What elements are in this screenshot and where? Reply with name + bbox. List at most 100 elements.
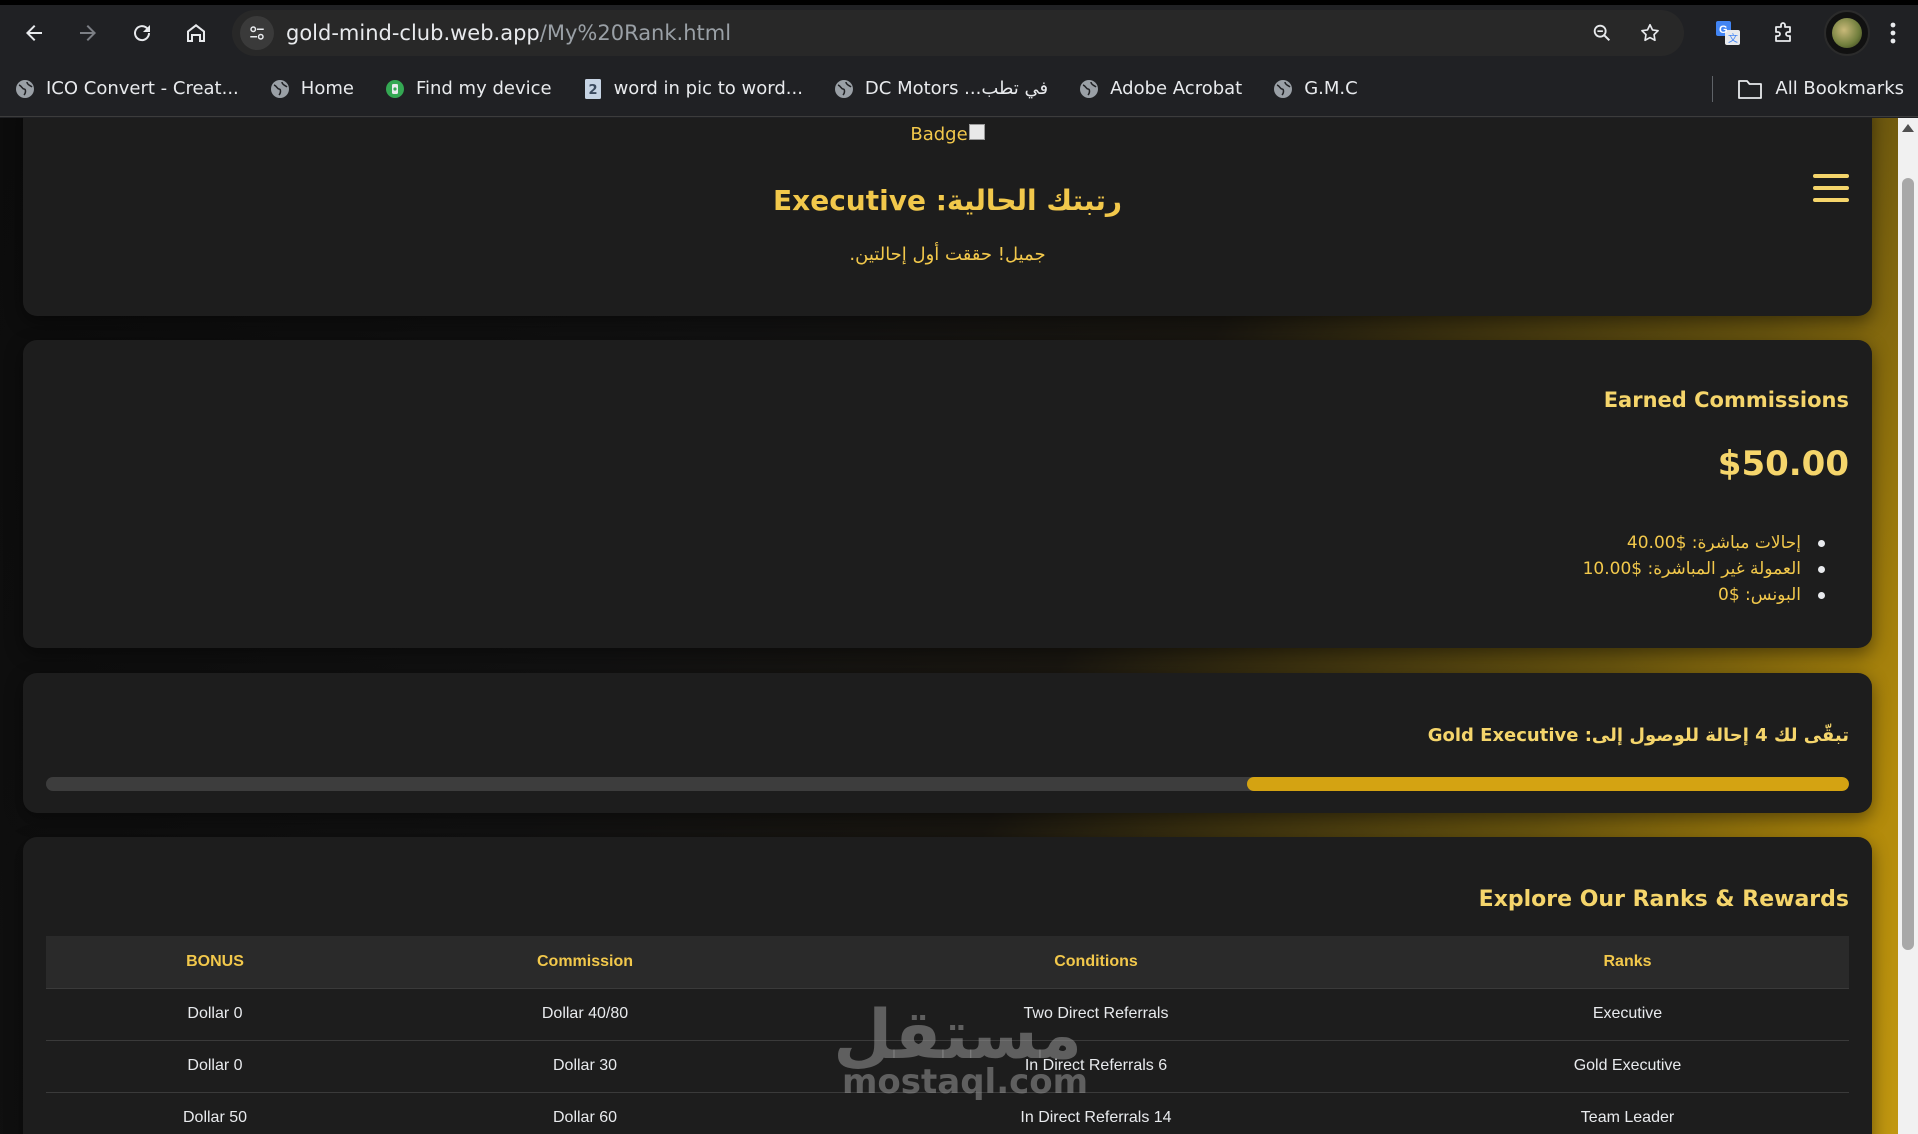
commissions-title: Earned Commissions	[1603, 388, 1849, 412]
home-button[interactable]	[176, 13, 216, 53]
table-cell: Two Direct Referrals	[786, 988, 1406, 1041]
bookmark-label: word in pic to word...	[613, 78, 803, 99]
menu-bar-icon	[1813, 174, 1849, 178]
svg-text:2: 2	[588, 83, 597, 98]
table-row: Dollar 0 Dollar 30 In Direct Referrals 6…	[46, 1040, 1849, 1093]
progress-track	[46, 777, 1849, 791]
arrow-right-icon	[80, 25, 96, 41]
progress-fill	[1246, 777, 1849, 791]
forward-button[interactable]	[68, 13, 108, 53]
scroll-up-arrow-icon[interactable]	[1902, 124, 1914, 132]
current-rank-title: رتبتك الحالية: Executive	[773, 184, 1122, 217]
bookmark-adobe-acrobat[interactable]: Adobe Acrobat	[1078, 78, 1242, 100]
zoom-button[interactable]	[1582, 13, 1622, 53]
rank-header-card: Badge رتبتك الحالية: Executive جميل! حقق…	[23, 118, 1872, 316]
magnifier-icon	[1593, 24, 1611, 42]
badge-alt-text: Badge	[910, 124, 968, 145]
extensions-button[interactable]	[1762, 11, 1806, 55]
site-info-button[interactable]	[240, 16, 274, 50]
profile-avatar[interactable]	[1824, 10, 1870, 56]
progress-label: تبقّى لك 4 إحالة للوصول إلى: Gold Execut…	[1427, 725, 1849, 746]
scrollbar-thumb[interactable]	[1902, 178, 1914, 950]
column-header-commission: Commission	[384, 936, 786, 989]
document-number-icon: 2	[582, 78, 604, 100]
page-viewport: Badge رتبتك الحالية: Executive جميل! حقق…	[0, 118, 1918, 1134]
reload-icon	[134, 25, 151, 42]
bookmark-star-button[interactable]	[1630, 13, 1670, 53]
bookmark-label: DC Motors ...في تطب	[864, 78, 1049, 99]
folder-icon	[1737, 78, 1763, 100]
column-header-conditions: Conditions	[786, 936, 1406, 989]
home-icon	[187, 24, 205, 42]
find-device-icon	[384, 78, 406, 100]
commissions-amount: $50.00	[1717, 444, 1849, 484]
commission-breakdown-list: إحالات مباشرة: $40.00 العمولة غير المباش…	[1583, 530, 1849, 608]
bookmarks-divider	[1712, 75, 1714, 102]
globe-icon	[1272, 78, 1294, 100]
table-cell: In Direct Referrals 14	[786, 1092, 1406, 1134]
avatar-image	[1832, 18, 1862, 48]
bookmark-label: Adobe Acrobat	[1110, 78, 1243, 99]
ranks-title: Explore Our Ranks & Rewards	[1478, 887, 1849, 912]
list-item: إحالات مباشرة: $40.00	[1583, 530, 1849, 556]
broken-image-icon	[968, 124, 985, 140]
badge-image: Badge	[23, 124, 1872, 145]
ranks-table: BONUS Commission Conditions Ranks Dollar…	[46, 936, 1849, 1134]
bookmark-label: Home	[300, 78, 354, 99]
star-icon	[1641, 23, 1659, 42]
more-vert-icon	[1890, 22, 1896, 44]
address-bar[interactable]: gold-mind-club.web.app/My%20Rank.html	[232, 10, 1684, 56]
browser-toolbar: gold-mind-club.web.app/My%20Rank.html G文	[0, 5, 1918, 61]
rank-progress-card: تبقّى لك 4 إحالة للوصول إلى: Gold Execut…	[23, 673, 1872, 813]
bookmark-find-my-device[interactable]: Find my device	[384, 78, 552, 100]
table-header-row: BONUS Commission Conditions Ranks	[46, 936, 1849, 989]
rank-message: جميل! حققت أول إحالتين.	[849, 244, 1046, 265]
svg-text:G: G	[1719, 24, 1728, 36]
table-cell: Dollar 50	[46, 1092, 384, 1134]
page-scrollbar[interactable]	[1898, 118, 1918, 1134]
table-cell: Executive	[1406, 988, 1849, 1041]
globe-icon	[1078, 78, 1100, 100]
globe-icon	[14, 78, 36, 100]
bookmark-ico-convert[interactable]: ICO Convert - Creat...	[14, 78, 239, 100]
table-cell: In Direct Referrals 6	[786, 1040, 1406, 1093]
browser-menu-button[interactable]	[1878, 13, 1908, 53]
translate-extension-button[interactable]: G文	[1706, 11, 1750, 55]
bookmarks-bar: ICO Convert - Creat... Home Find my devi…	[0, 61, 1918, 117]
bookmark-word-in-pic[interactable]: 2 word in pic to word...	[582, 78, 803, 100]
list-item: البونس: $0	[1583, 582, 1849, 608]
tune-icon	[250, 26, 264, 40]
table-cell: Gold Executive	[1406, 1040, 1849, 1093]
globe-icon	[833, 78, 855, 100]
table-cell: Team Leader	[1406, 1092, 1849, 1134]
table-row: Dollar 50 Dollar 60 In Direct Referrals …	[46, 1092, 1849, 1134]
bookmark-label: Find my device	[415, 78, 552, 99]
column-header-bonus: BONUS	[46, 936, 384, 989]
bookmark-dc-motors[interactable]: DC Motors ...في تطب	[833, 78, 1048, 100]
table-row: Dollar 0 Dollar 40/80 Two Direct Referra…	[46, 988, 1849, 1041]
bookmark-label: G.M.C	[1304, 78, 1358, 99]
all-bookmarks-button[interactable]: All Bookmarks	[1737, 78, 1904, 100]
table-cell: Dollar 0	[46, 988, 384, 1041]
menu-bar-icon	[1813, 186, 1849, 190]
reload-button[interactable]	[122, 13, 162, 53]
ranks-rewards-card: Explore Our Ranks & Rewards BONUS Commis…	[23, 837, 1872, 1134]
menu-bar-icon	[1813, 198, 1849, 202]
table-cell: Dollar 30	[384, 1040, 786, 1093]
back-button[interactable]	[14, 13, 54, 53]
bookmark-label: ICO Convert - Creat...	[46, 78, 239, 99]
column-header-ranks: Ranks	[1406, 936, 1849, 989]
url-text[interactable]: gold-mind-club.web.app/My%20Rank.html	[286, 21, 1574, 45]
table-cell: Dollar 0	[46, 1040, 384, 1093]
url-host: gold-mind-club.web.app	[286, 21, 540, 45]
list-item: العمولة غير المباشرة: $10.00	[1583, 556, 1849, 582]
globe-icon	[269, 78, 291, 100]
commissions-card: Earned Commissions $50.00 إحالات مباشرة:…	[23, 340, 1872, 648]
all-bookmarks-label: All Bookmarks	[1775, 78, 1904, 99]
hamburger-menu-button[interactable]	[1813, 174, 1849, 202]
svg-text:文: 文	[1728, 32, 1738, 45]
bookmark-home[interactable]: Home	[269, 78, 354, 100]
google-translate-icon: G文	[1716, 21, 1740, 45]
arrow-left-icon	[26, 25, 42, 41]
bookmark-gmc[interactable]: G.M.C	[1272, 78, 1358, 100]
